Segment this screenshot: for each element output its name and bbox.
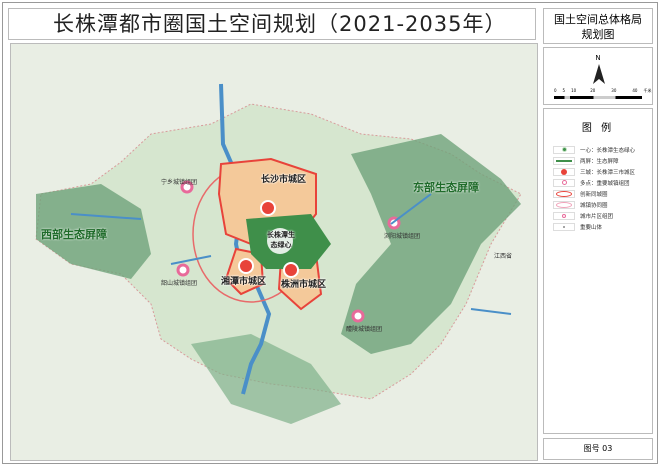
legend-item: 三城：长株潭三市城区: [553, 166, 652, 177]
label-liuyang: 浏阳城镇组团: [384, 233, 421, 240]
legend-item: 多点：重要城镇组团: [553, 177, 652, 188]
legend-item: 重要山体: [553, 221, 652, 232]
subtitle-line1: 国土空间总体格局: [554, 13, 642, 26]
label-west-barrier: 西部生态屏障: [41, 228, 107, 241]
subtitle-box: 国土空间总体格局 规划图: [543, 8, 653, 44]
map-canvas[interactable]: 长沙市城区 湘潭市城区 株洲市城区 长株潭生态绿心 西部生态屏障 东部生态屏障 …: [10, 43, 538, 461]
red-ellipse-icon: [553, 189, 575, 198]
legend: 图 例 一心：长株潭生态绿心 两屏：生态屏障 三城：长株潭三市城区 多点：重要城…: [543, 108, 653, 434]
small-ring-icon: [553, 211, 575, 220]
legend-item: 两屏：生态屏障: [553, 155, 652, 166]
subtitle-line2: 规划图: [581, 28, 615, 41]
label-green-core: 长株潭生态绿心: [267, 231, 295, 249]
legend-title: 图 例: [581, 123, 615, 134]
compass-box: N 0 5 10 20 30 40 千米: [543, 47, 653, 105]
legend-item: 创新同城圈: [553, 188, 652, 199]
legend-item: 城市片区组团: [553, 210, 652, 221]
scale-bar: 0 5 10 20 30 40 千米: [554, 88, 652, 93]
north-arrow-icon: [593, 64, 605, 84]
legend-item: 一心：长株潭生态绿心: [553, 144, 652, 155]
label-changsha: 长沙市城区: [261, 175, 307, 185]
legend-item: 城镇协同圈: [553, 199, 652, 210]
north-label: N: [595, 54, 601, 62]
label-xiangtan: 湘潭市城区: [221, 277, 267, 287]
label-liling: 醴陵城镇组团: [346, 326, 383, 333]
mountain-dot-icon: [553, 222, 575, 231]
label-east-barrier: 东部生态屏障: [413, 181, 479, 194]
label-shaoshan: 韶山城镇组团: [161, 280, 198, 287]
green-core-icon: [553, 145, 575, 154]
scale-bar-graphic: [554, 96, 642, 99]
label-ningxiang: 宁乡城镇组团: [161, 179, 198, 186]
label-jiangxi: 江西省: [494, 253, 513, 260]
map-graphic: [35, 83, 522, 424]
pink-ring-icon: [553, 178, 575, 187]
red-dot-icon: [553, 167, 575, 176]
barrier-arrow-icon: [553, 156, 575, 165]
label-zhuzhou: 株洲市城区: [281, 280, 327, 290]
figure-number: 图号 03: [543, 438, 653, 460]
pink-ellipse-icon: [553, 200, 575, 209]
page-title: 长株潭都市圈国土空间规划（2021-2035年）: [8, 8, 536, 40]
